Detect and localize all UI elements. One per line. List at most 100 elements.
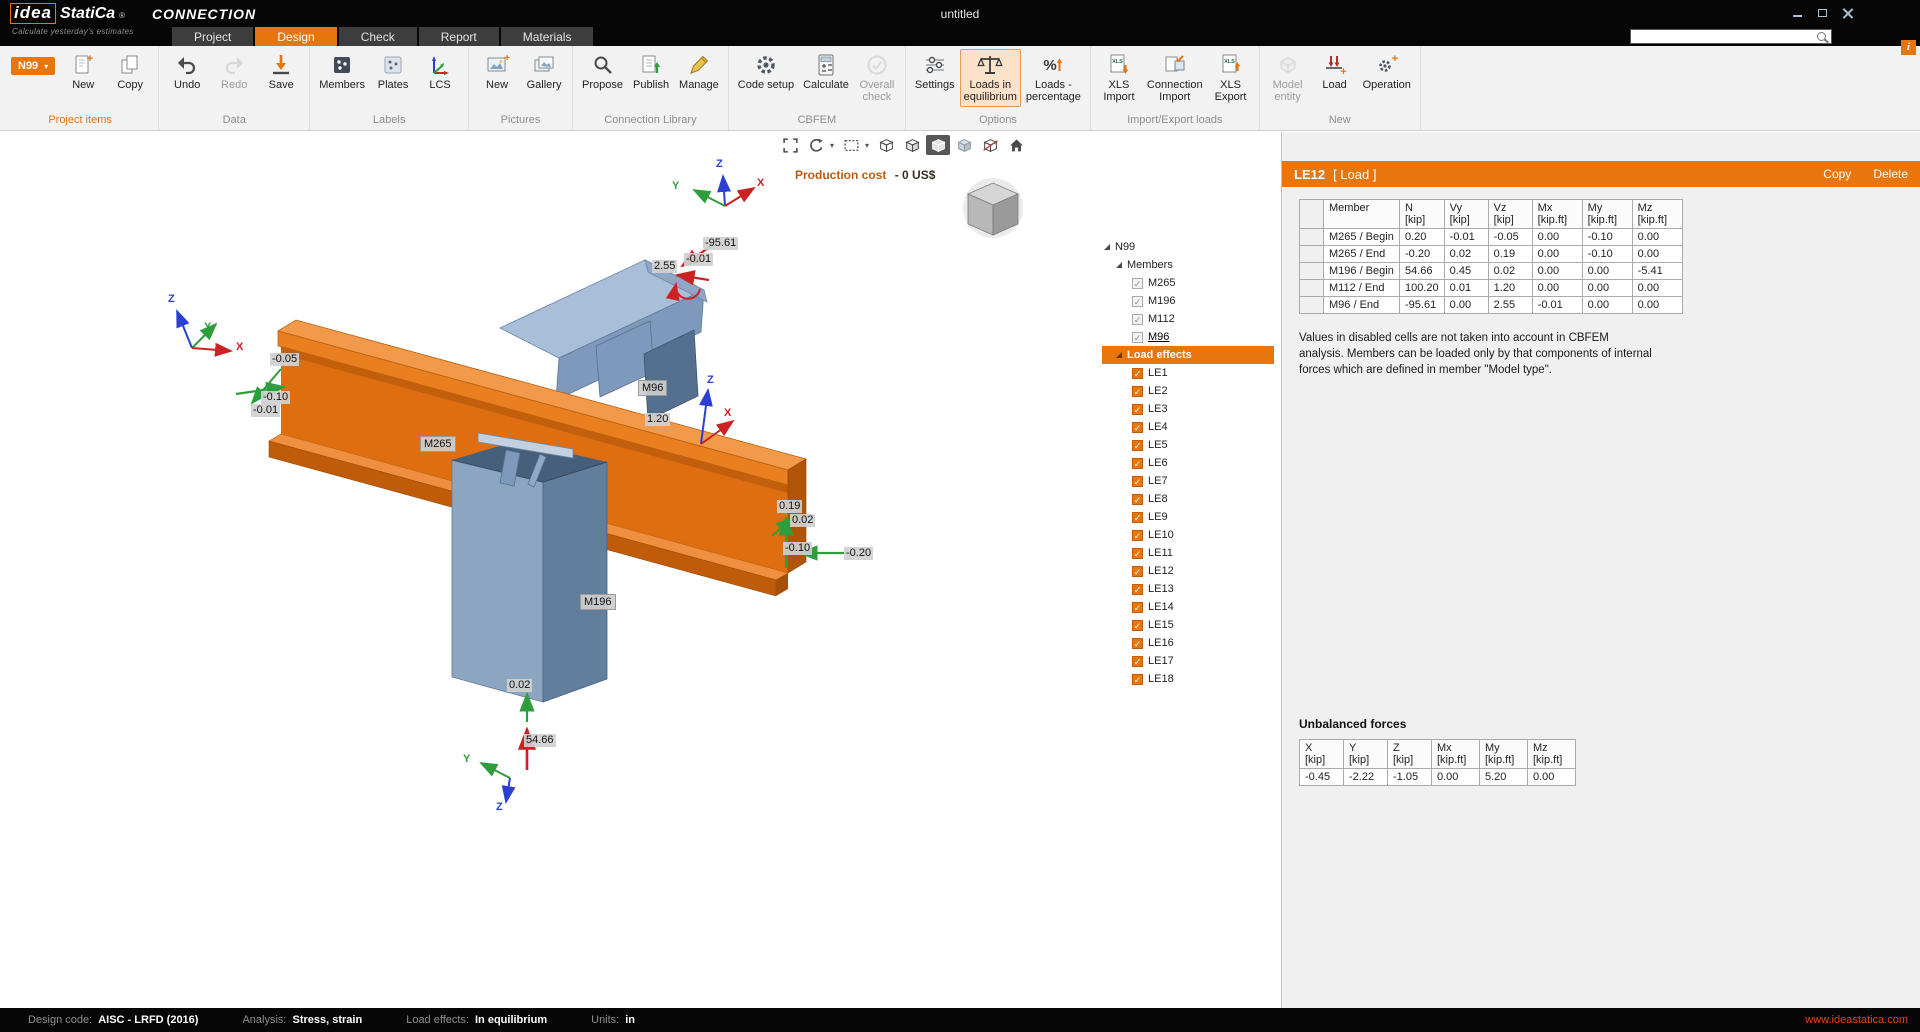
force-value-cell[interactable]: 1.20 bbox=[1488, 280, 1532, 297]
force-value-cell[interactable]: 0.01 bbox=[1444, 280, 1488, 297]
plates-button[interactable]: Plates bbox=[370, 49, 416, 94]
orbit-view-button[interactable] bbox=[804, 135, 828, 155]
undo-button[interactable]: Undo bbox=[164, 49, 210, 94]
checkbox[interactable]: ✓ bbox=[1132, 512, 1143, 523]
calculate-button[interactable]: Calculate bbox=[799, 49, 853, 94]
tab-check[interactable]: Check bbox=[339, 27, 417, 46]
propose-button[interactable]: Propose bbox=[578, 49, 627, 94]
force-value-cell[interactable]: -5.41 bbox=[1632, 263, 1682, 280]
tree-group-members[interactable]: Members bbox=[1102, 256, 1274, 274]
tree-load-effect-le13[interactable]: ✓LE13 bbox=[1102, 580, 1274, 598]
checkbox[interactable]: ✓ bbox=[1132, 584, 1143, 595]
tree-member-m112[interactable]: ✓M112 bbox=[1102, 310, 1274, 328]
force-value-cell[interactable]: 0.00 bbox=[1444, 297, 1488, 314]
new-button[interactable]: +New bbox=[60, 49, 106, 94]
tree-load-effect-le11[interactable]: ✓LE11 bbox=[1102, 544, 1274, 562]
force-value-cell[interactable]: 0.19 bbox=[1488, 246, 1532, 263]
tree-load-effect-le10[interactable]: ✓LE10 bbox=[1102, 526, 1274, 544]
n99-button[interactable]: N99▾ bbox=[7, 49, 59, 78]
tree-group-load-effects[interactable]: Load effects bbox=[1102, 346, 1274, 364]
tree-load-effect-le17[interactable]: ✓LE17 bbox=[1102, 652, 1274, 670]
maximize-icon[interactable] bbox=[1816, 7, 1829, 19]
row-selector[interactable] bbox=[1300, 229, 1324, 246]
force-value-cell[interactable]: 0.00 bbox=[1582, 263, 1632, 280]
force-value-cell[interactable]: -0.01 bbox=[1532, 297, 1582, 314]
row-selector[interactable] bbox=[1300, 297, 1324, 314]
checkbox[interactable]: ✓ bbox=[1132, 476, 1143, 487]
xls-import-button[interactable]: XLSXLS Import bbox=[1096, 49, 1142, 107]
checkbox[interactable]: ✓ bbox=[1132, 458, 1143, 469]
checkbox[interactable]: ✓ bbox=[1132, 332, 1143, 343]
checkbox[interactable]: ✓ bbox=[1132, 296, 1143, 307]
force-value-cell[interactable]: 0.02 bbox=[1488, 263, 1532, 280]
load-button[interactable]: +Load bbox=[1312, 49, 1358, 94]
tree-load-effect-le12[interactable]: ✓LE12 bbox=[1102, 562, 1274, 580]
force-value-cell[interactable]: 100.20 bbox=[1400, 280, 1445, 297]
force-value-cell[interactable]: 0.02 bbox=[1444, 246, 1488, 263]
force-value-cell[interactable]: 0.00 bbox=[1632, 280, 1682, 297]
chevron-down-icon[interactable]: ▾ bbox=[830, 141, 834, 150]
loads-in-equilibrium-button[interactable]: Loads in equilibrium bbox=[960, 49, 1021, 107]
member-label-m265[interactable]: M265 bbox=[420, 436, 456, 452]
checkbox[interactable]: ✓ bbox=[1132, 386, 1143, 397]
view-solid-button[interactable] bbox=[926, 135, 950, 155]
checkbox[interactable]: ✓ bbox=[1132, 404, 1143, 415]
checkbox[interactable]: ✓ bbox=[1132, 638, 1143, 649]
checkbox[interactable]: ✓ bbox=[1132, 368, 1143, 379]
gallery-button[interactable]: Gallery bbox=[521, 49, 567, 94]
forces-row-m265-begin[interactable]: M265 / Begin0.20-0.01-0.050.00-0.100.00 bbox=[1300, 229, 1683, 246]
scene-3d[interactable] bbox=[0, 132, 1280, 1008]
minimize-icon[interactable] bbox=[1791, 7, 1804, 19]
force-value-cell[interactable]: 0.00 bbox=[1632, 229, 1682, 246]
search-input[interactable] bbox=[1631, 30, 1817, 43]
tree-load-effect-le18[interactable]: ✓LE18 bbox=[1102, 670, 1274, 688]
manage-button[interactable]: Manage bbox=[675, 49, 723, 94]
force-value-cell[interactable]: 0.00 bbox=[1632, 246, 1682, 263]
force-value-cell[interactable]: -0.01 bbox=[1444, 229, 1488, 246]
search-icon[interactable] bbox=[1817, 32, 1826, 41]
force-value-cell[interactable]: 0.00 bbox=[1582, 280, 1632, 297]
chevron-down-icon[interactable]: ▾ bbox=[865, 141, 869, 150]
row-selector[interactable] bbox=[1300, 280, 1324, 297]
save-button[interactable]: Save bbox=[258, 49, 304, 94]
force-value-cell[interactable]: -0.20 bbox=[1400, 246, 1445, 263]
checkbox[interactable]: ✓ bbox=[1132, 422, 1143, 433]
force-value-cell[interactable]: -95.61 bbox=[1400, 297, 1445, 314]
force-value-cell[interactable]: 2.55 bbox=[1488, 297, 1532, 314]
checkbox[interactable]: ✓ bbox=[1132, 548, 1143, 559]
member-label-m96[interactable]: M96 bbox=[638, 380, 667, 396]
forces-row-m112-end[interactable]: M112 / End100.200.011.200.000.000.00 bbox=[1300, 280, 1683, 297]
forces-row-m196-begin[interactable]: M196 / Begin54.660.450.020.000.00-5.41 bbox=[1300, 263, 1683, 280]
tree-load-effect-le4[interactable]: ✓LE4 bbox=[1102, 418, 1274, 436]
tree-load-effect-le16[interactable]: ✓LE16 bbox=[1102, 634, 1274, 652]
forces-row-m265-end[interactable]: M265 / End-0.200.020.190.00-0.100.00 bbox=[1300, 246, 1683, 263]
settings-button[interactable]: Settings bbox=[911, 49, 959, 94]
connection-import-button[interactable]: Connection Import bbox=[1143, 49, 1207, 107]
force-value-cell[interactable]: 0.20 bbox=[1400, 229, 1445, 246]
checkbox[interactable]: ✓ bbox=[1132, 440, 1143, 451]
tree-load-effect-le3[interactable]: ✓LE3 bbox=[1102, 400, 1274, 418]
force-value-cell[interactable]: 54.66 bbox=[1400, 263, 1445, 280]
info-badge[interactable]: i bbox=[1901, 40, 1916, 55]
force-value-cell[interactable]: -0.10 bbox=[1582, 246, 1632, 263]
publish-button[interactable]: Publish bbox=[628, 49, 674, 94]
force-value-cell[interactable]: 0.00 bbox=[1532, 263, 1582, 280]
members-button[interactable]: Members bbox=[315, 49, 369, 94]
loads-percentage-button[interactable]: %Loads - percentage bbox=[1022, 49, 1085, 107]
expander-icon[interactable] bbox=[1116, 262, 1122, 268]
close-icon[interactable] bbox=[1841, 7, 1854, 19]
force-value-cell[interactable]: -0.05 bbox=[1488, 229, 1532, 246]
force-value-cell[interactable]: -0.10 bbox=[1582, 229, 1632, 246]
checkbox[interactable]: ✓ bbox=[1132, 566, 1143, 577]
new-button[interactable]: +New bbox=[474, 49, 520, 94]
operation-button[interactable]: +Operation bbox=[1359, 49, 1415, 94]
forces-row-m96-end[interactable]: M96 / End-95.610.002.55-0.010.000.00 bbox=[1300, 297, 1683, 314]
lcs-button[interactable]: LCS bbox=[417, 49, 463, 94]
force-value-cell[interactable]: 0.00 bbox=[1532, 280, 1582, 297]
view-shaded-button[interactable] bbox=[952, 135, 976, 155]
item-selector-chip[interactable]: N99▾ bbox=[11, 57, 55, 75]
view-section-button[interactable] bbox=[978, 135, 1002, 155]
view-wireframe-button[interactable] bbox=[874, 135, 898, 155]
force-value-cell[interactable]: 0.45 bbox=[1444, 263, 1488, 280]
tree-member-m96[interactable]: ✓M96 bbox=[1102, 328, 1274, 346]
